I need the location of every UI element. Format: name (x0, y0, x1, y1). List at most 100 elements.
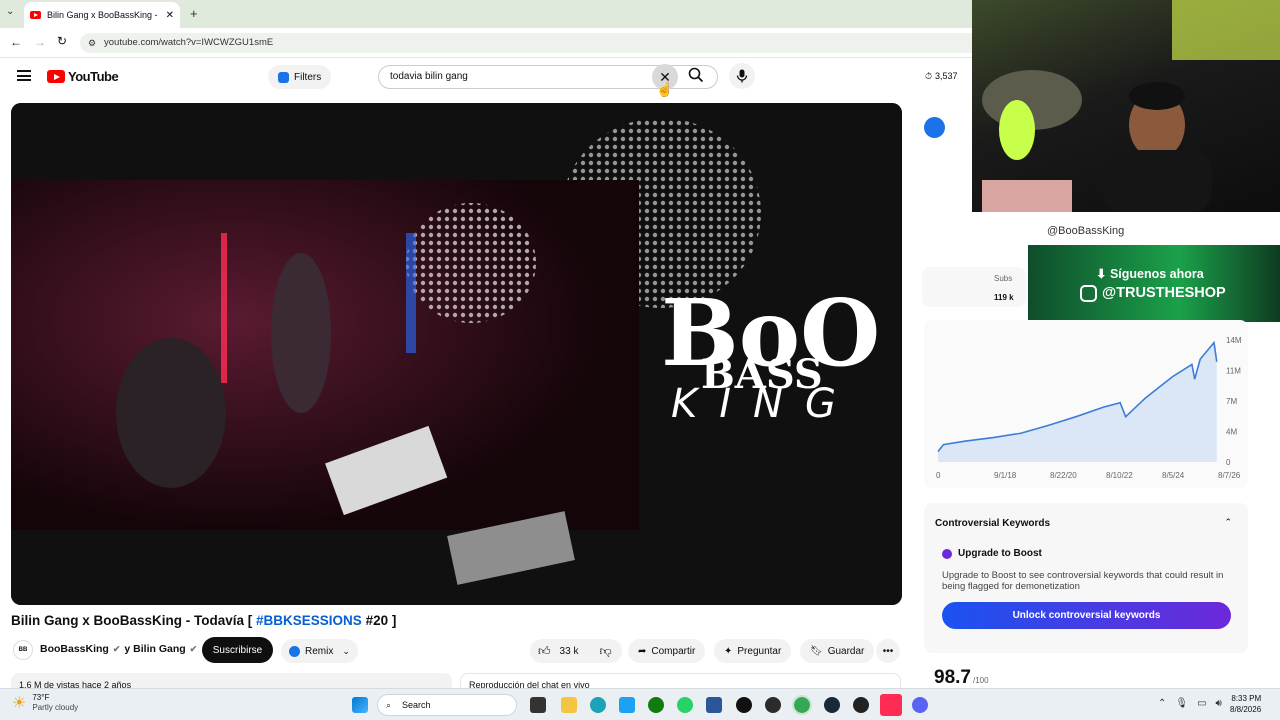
thumbs-up-icon: 👍︎ (538, 643, 551, 658)
new-tab-icon[interactable]: + (190, 6, 198, 21)
weather-widget[interactable]: ☀ 73°F Partly cloudy (12, 693, 78, 713)
views-chart: 14M 11M 7M 4M 0 0 9/1/18 8/22/20 8/10/22 8/5/24 8/… (936, 336, 1242, 480)
tiktok-studio-icon[interactable] (880, 694, 902, 716)
y-tick-label: 4M (1226, 428, 1237, 437)
forward-icon[interactable]: → (34, 35, 46, 49)
menu-icon[interactable] (17, 70, 31, 81)
upgrade-desc: Upgrade to Boost to see controversial ke… (942, 570, 1224, 592)
more-actions-button[interactable]: ••• (876, 639, 900, 663)
url-field[interactable]: ⚙ youtube.com/watch?v=IWCWZGU1smE (80, 33, 980, 53)
save-label: Guardar (827, 645, 865, 657)
dislike-icon[interactable]: 👎︎ (599, 644, 611, 659)
capcut-icon[interactable] (853, 697, 869, 713)
x-tick-label: 9/1/18 (994, 471, 1017, 480)
unlock-button[interactable]: Unlock controversial keywords (942, 602, 1231, 629)
promo-line1: ⬇ Síguenos ahora (1096, 266, 1204, 281)
boost-icon (942, 548, 952, 559)
remix-label: Remix (305, 645, 334, 657)
filters-button[interactable]: Filters (268, 65, 332, 89)
youtube-favicon-icon (30, 11, 41, 19)
like-count: 33 k (559, 645, 579, 657)
chevron-up-icon[interactable]: ⌃ (1158, 698, 1166, 709)
taskbar: ☀ 73°F Partly cloudy ⌕ Search ⌃ 🎙︎ ▭ 🔊︎ … (0, 688, 1280, 720)
extension-badge-icon[interactable] (924, 117, 945, 138)
back-icon[interactable]: ← (10, 35, 22, 49)
channel-name-link[interactable]: BooBassKing (40, 643, 109, 655)
score: 98.7 /100 (934, 667, 989, 689)
score-max: /100 (972, 676, 989, 685)
taskbar-search[interactable]: ⌕ Search (377, 694, 517, 716)
microphone-icon (736, 69, 748, 83)
steam-icon[interactable] (824, 697, 840, 713)
youtube-logo[interactable]: YouTube (47, 69, 119, 84)
chevron-down-icon[interactable]: ⌄ (342, 646, 350, 657)
avatar-initials: BB (18, 647, 28, 653)
controversial-card: Controversial Keywords ⌃ Upgrade to Boos… (924, 503, 1248, 653)
clock-time: 8:33 PM (1231, 694, 1262, 703)
file-explorer-icon[interactable] (561, 697, 577, 713)
views-counter: ⏱ 3,537 (925, 71, 958, 82)
voice-search-button[interactable] (729, 63, 755, 89)
clock[interactable]: 8:33 PM 8/8/2026 (1230, 693, 1261, 715)
system-tray[interactable]: ⌃ 🎙︎ ▭ 🔊︎ (1158, 698, 1222, 709)
channel-avatar[interactable]: BB (13, 640, 33, 660)
unlock-label: Unlock controversial keywords (1012, 610, 1161, 621)
video-player[interactable]: BoO BASS KING (11, 103, 902, 605)
store-icon[interactable] (706, 697, 722, 713)
clock-icon: ⏱ (925, 71, 933, 81)
instagram-icon (1080, 284, 1097, 302)
close-tab-icon[interactable]: ✕ (166, 10, 174, 21)
promo-overlay: ⬇ Síguenos ahora @TRUSTHESHOP (1028, 245, 1280, 322)
x-tick-label: 8/7/26 (1218, 471, 1241, 480)
collab-name-link[interactable]: y Bilin Gang (124, 643, 185, 655)
collapse-chevron-icon[interactable]: ⌃ (1224, 517, 1232, 528)
discord-icon[interactable] (912, 697, 928, 713)
xbox-icon[interactable] (648, 697, 664, 713)
extension-icon (289, 645, 300, 657)
browser-tab[interactable]: Bilin Gang x BooBassKing - Todí ✕ (24, 2, 180, 28)
tiktok-icon[interactable] (736, 697, 752, 713)
ask-label: Preguntar (737, 645, 782, 657)
volume-icon[interactable]: 🔊︎ (1216, 698, 1222, 709)
hashtag-link[interactable]: #BBKSESSIONS (256, 613, 362, 628)
search-input-text: todavia bilin gang (390, 71, 468, 82)
score-value: 98.7 (934, 667, 971, 688)
subscribe-button[interactable]: Suscribirse (202, 637, 273, 663)
y-tick-label: 7M (1226, 397, 1237, 406)
whatsapp-icon[interactable] (677, 697, 693, 713)
views-counter-value: 3,537 (935, 71, 958, 81)
upgrade-title: Upgrade to Boost (958, 548, 1042, 559)
video-title: Bilin Gang x BooBassKing - Todavía [ #BB… (11, 613, 396, 628)
start-icon[interactable] (352, 697, 368, 713)
tab-title: Bilin Gang x BooBassKing - Todí (47, 10, 160, 20)
search-button[interactable] (688, 67, 704, 86)
microphone-icon[interactable]: 🎙︎ (1175, 698, 1188, 709)
site-info-icon[interactable]: ⚙ (88, 33, 96, 53)
video-title-suffix: #20 ] (361, 613, 397, 628)
logo-line3: KING (671, 381, 858, 427)
verified-icon: ✔ (112, 643, 121, 654)
taskbar-search-text: Search (402, 700, 431, 710)
filters-label: Filters (294, 71, 322, 83)
obs-icon[interactable] (765, 697, 781, 713)
video-title-prefix: Bilin Gang x BooBassKing - Todavía [ (11, 613, 257, 628)
reload-icon[interactable]: ↻ (57, 34, 67, 48)
bookmark-icon: 🔖︎ (810, 645, 823, 657)
remix-button[interactable]: Remix ⌄ (281, 639, 358, 663)
like-button[interactable]: 👍︎ 33 k 👎︎ (530, 639, 622, 663)
share-button[interactable]: ➦ Compartir (628, 639, 706, 663)
tab-list-chevron-icon[interactable]: ⌄ (6, 6, 20, 20)
x-tick-label: 0 (936, 471, 941, 480)
chrome-icon[interactable] (792, 695, 812, 715)
promo-line2: @TRUSTHESHOP (1102, 285, 1226, 301)
edge-icon[interactable] (590, 697, 606, 713)
extension-icon (278, 71, 289, 83)
twitter-icon[interactable] (619, 697, 635, 713)
y-tick-label: 11M (1226, 367, 1241, 376)
ask-button[interactable]: ✦ Preguntar (714, 639, 792, 663)
save-button[interactable]: 🔖︎ Guardar (800, 639, 875, 663)
task-view-icon[interactable] (530, 697, 546, 713)
clock-date: 8/8/2026 (1230, 705, 1262, 714)
logo-text: YouTube (68, 69, 119, 84)
network-icon[interactable]: ▭ (1197, 698, 1206, 709)
